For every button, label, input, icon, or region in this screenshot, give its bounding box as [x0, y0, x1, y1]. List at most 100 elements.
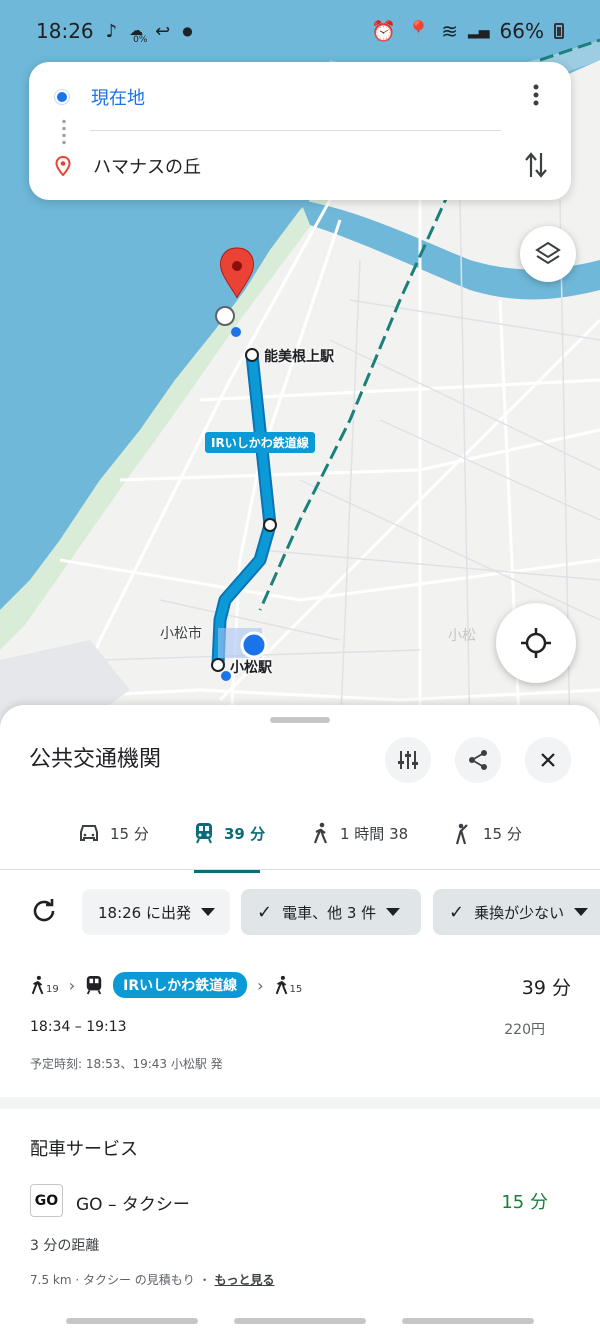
- tab-ride-label: 15 分: [483, 824, 522, 843]
- nav-bar-right[interactable]: [402, 1318, 534, 1324]
- depart-time-label: 18:26 に出発: [98, 903, 191, 922]
- tune-icon: [398, 751, 418, 769]
- directions-card: 現在地 ハマナスの丘: [29, 62, 571, 200]
- reply-icon: ↩: [155, 20, 171, 42]
- route-schedule-note: 予定時刻: 18:53、19:43 小松駅 発: [30, 1057, 223, 1071]
- nav-bar-center[interactable]: [234, 1318, 366, 1324]
- chevron-down-icon: [574, 908, 589, 916]
- tab-transit-label: 39 分: [224, 824, 266, 843]
- route-times: 18:34 – 19:13: [30, 1019, 127, 1035]
- route-steps: 19 › IRいしかわ鉄道線 › 15: [30, 971, 575, 999]
- weather-icon: ☁ 0%: [129, 23, 148, 45]
- battery-percent: 66%: [499, 19, 544, 43]
- check-icon: ✓: [257, 901, 273, 923]
- close-button[interactable]: [525, 737, 571, 783]
- depart-time-chip[interactable]: 18:26 に出発: [82, 889, 230, 935]
- battery-icon: [554, 23, 564, 39]
- layers-button[interactable]: [520, 226, 576, 282]
- weather-pct: 0%: [133, 35, 148, 45]
- tab-ride[interactable]: 15 分: [453, 813, 522, 853]
- tab-drive[interactable]: 15 分: [78, 813, 149, 853]
- wifi-icon: ≋: [441, 19, 458, 43]
- walk-step: 15: [274, 975, 303, 995]
- stop-top[interactable]: [245, 348, 259, 362]
- share-icon: [469, 750, 487, 770]
- map-label-city: 小松市: [160, 626, 202, 642]
- go-logo-text: GO: [34, 1192, 59, 1209]
- ride-icon: [455, 823, 468, 845]
- close-icon: [541, 753, 555, 767]
- chevron-down-icon: [201, 908, 215, 916]
- more-options-button[interactable]: [521, 80, 551, 110]
- map-label-station-bottom: 小松駅: [230, 660, 272, 676]
- fewer-transfers-label: 乗換が少ない: [474, 903, 565, 922]
- transit-modes-chip[interactable]: ✓ 電車、他 3 件: [241, 889, 421, 935]
- walk-icon: [275, 975, 287, 995]
- map-label-station-top: 能美根上駅: [264, 349, 334, 365]
- walk-minutes-2: 15: [289, 984, 303, 995]
- nav-bar-left[interactable]: [66, 1318, 198, 1324]
- walk-icon: [313, 822, 328, 844]
- ride-service-title: 配車サービス: [30, 1139, 138, 1160]
- chevron-right-icon: ›: [68, 975, 76, 995]
- signal-icon: ▂▄: [468, 23, 490, 39]
- travel-mode-tabs: 15 分 39 分 1 時間 38 15 分: [0, 813, 600, 873]
- status-bar: 18:26 ♪ ☁ 0% ↩ ● ⏰ 📍 ≋ ▂▄ 66%: [0, 0, 600, 62]
- crosshair-icon: [521, 628, 551, 658]
- fewer-transfers-chip[interactable]: ✓ 乗換が少ない: [433, 889, 600, 935]
- estimate-text: 7.5 km · タクシー の見積もり ・: [30, 1273, 211, 1287]
- filter-chips: 18:26 に出発 ✓ 電車、他 3 件 ✓ 乗換が少ない: [0, 889, 600, 937]
- destination-field[interactable]: ハマナスの丘: [55, 153, 201, 179]
- refresh-button[interactable]: [30, 897, 62, 929]
- location-icon: 📍: [406, 19, 432, 43]
- tab-walk-label: 1 時間 38: [340, 824, 409, 843]
- tab-drive-label: 15 分: [110, 824, 149, 843]
- walk-icon: [31, 975, 44, 995]
- destination-pin-outline-icon: [55, 156, 71, 176]
- destination-text: ハマナスの丘: [93, 157, 201, 178]
- current-location-dot: [240, 631, 268, 659]
- dest-stop[interactable]: [215, 306, 235, 326]
- chevron-right-icon: ›: [257, 975, 264, 995]
- go-taxi-estimate: 7.5 km · タクシー の見積もり ・ もっと見る: [30, 1271, 274, 1288]
- line-badge: IRいしかわ鉄道線: [113, 972, 248, 998]
- go-taxi-name[interactable]: GO – タクシー: [76, 1190, 190, 1215]
- fields-divider: [90, 130, 501, 131]
- map-label-faint: 小松: [448, 628, 476, 644]
- my-location-button[interactable]: [496, 603, 576, 683]
- map-line-chip: IRいしかわ鉄道線: [205, 432, 315, 453]
- layers-icon: [535, 241, 561, 265]
- tiktok-icon: ♪: [105, 20, 118, 42]
- more-link[interactable]: もっと見る: [214, 1273, 274, 1287]
- train-icon: [196, 823, 212, 844]
- swap-button[interactable]: [519, 148, 553, 182]
- bottom-sheet: 公共交通機関 15 分 39 分 1 時間 38 15 分 18:26 に出発 …: [0, 705, 600, 1333]
- options-button[interactable]: [385, 737, 431, 783]
- origin-dot-icon: [55, 90, 69, 104]
- status-time: 18:26: [36, 19, 94, 43]
- origin-text: 現在地: [91, 88, 145, 109]
- share-button[interactable]: [455, 737, 501, 783]
- route-option[interactable]: 19 › IRいしかわ鉄道線 › 15 39 分 18:34 – 19:13 2…: [30, 971, 575, 1071]
- swap-vert-icon: [525, 152, 547, 178]
- walk-minutes-1: 19: [46, 984, 59, 995]
- section-gap: [0, 1097, 600, 1109]
- walk-dot: [231, 327, 241, 337]
- sheet-handle[interactable]: [270, 717, 330, 723]
- stop-bottom[interactable]: [211, 658, 225, 672]
- tab-walk[interactable]: 1 時間 38: [312, 813, 408, 853]
- dot-icon: ●: [182, 24, 193, 38]
- walk-step: 19: [30, 975, 59, 995]
- sheet-title: 公共交通機関: [29, 747, 162, 772]
- train-icon: [86, 976, 102, 995]
- go-taxi-distance: 3 分の距離: [30, 1238, 100, 1254]
- alarm-icon: ⏰: [371, 19, 397, 43]
- tab-transit[interactable]: 39 分: [194, 813, 265, 853]
- origin-field[interactable]: 現在地: [55, 84, 145, 110]
- chevron-down-icon: [386, 908, 401, 916]
- car-icon: [80, 825, 98, 841]
- go-logo: GO: [30, 1184, 63, 1217]
- route-dots: [62, 118, 66, 146]
- transit-modes-label: 電車、他 3 件: [282, 903, 377, 922]
- stop-mid[interactable]: [263, 518, 277, 532]
